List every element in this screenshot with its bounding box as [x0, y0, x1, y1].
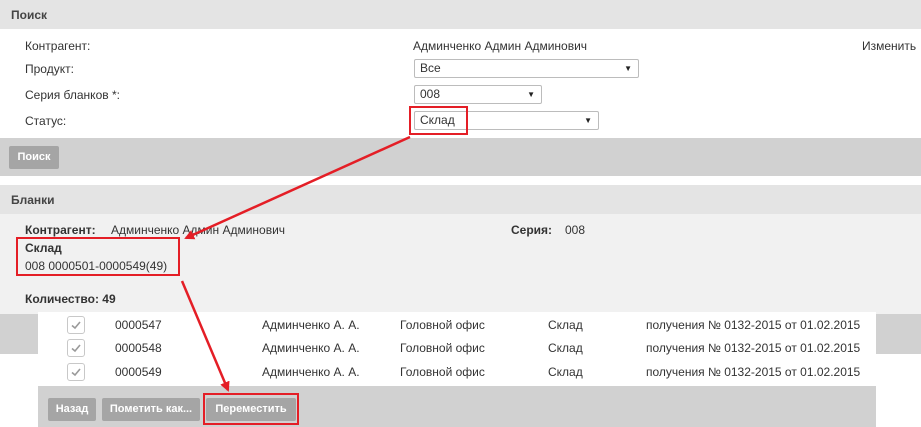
- arrow-to-move-icon: [180, 280, 230, 392]
- annotation-arrows: [180, 135, 411, 392]
- arrow-to-stock-icon: [184, 135, 411, 240]
